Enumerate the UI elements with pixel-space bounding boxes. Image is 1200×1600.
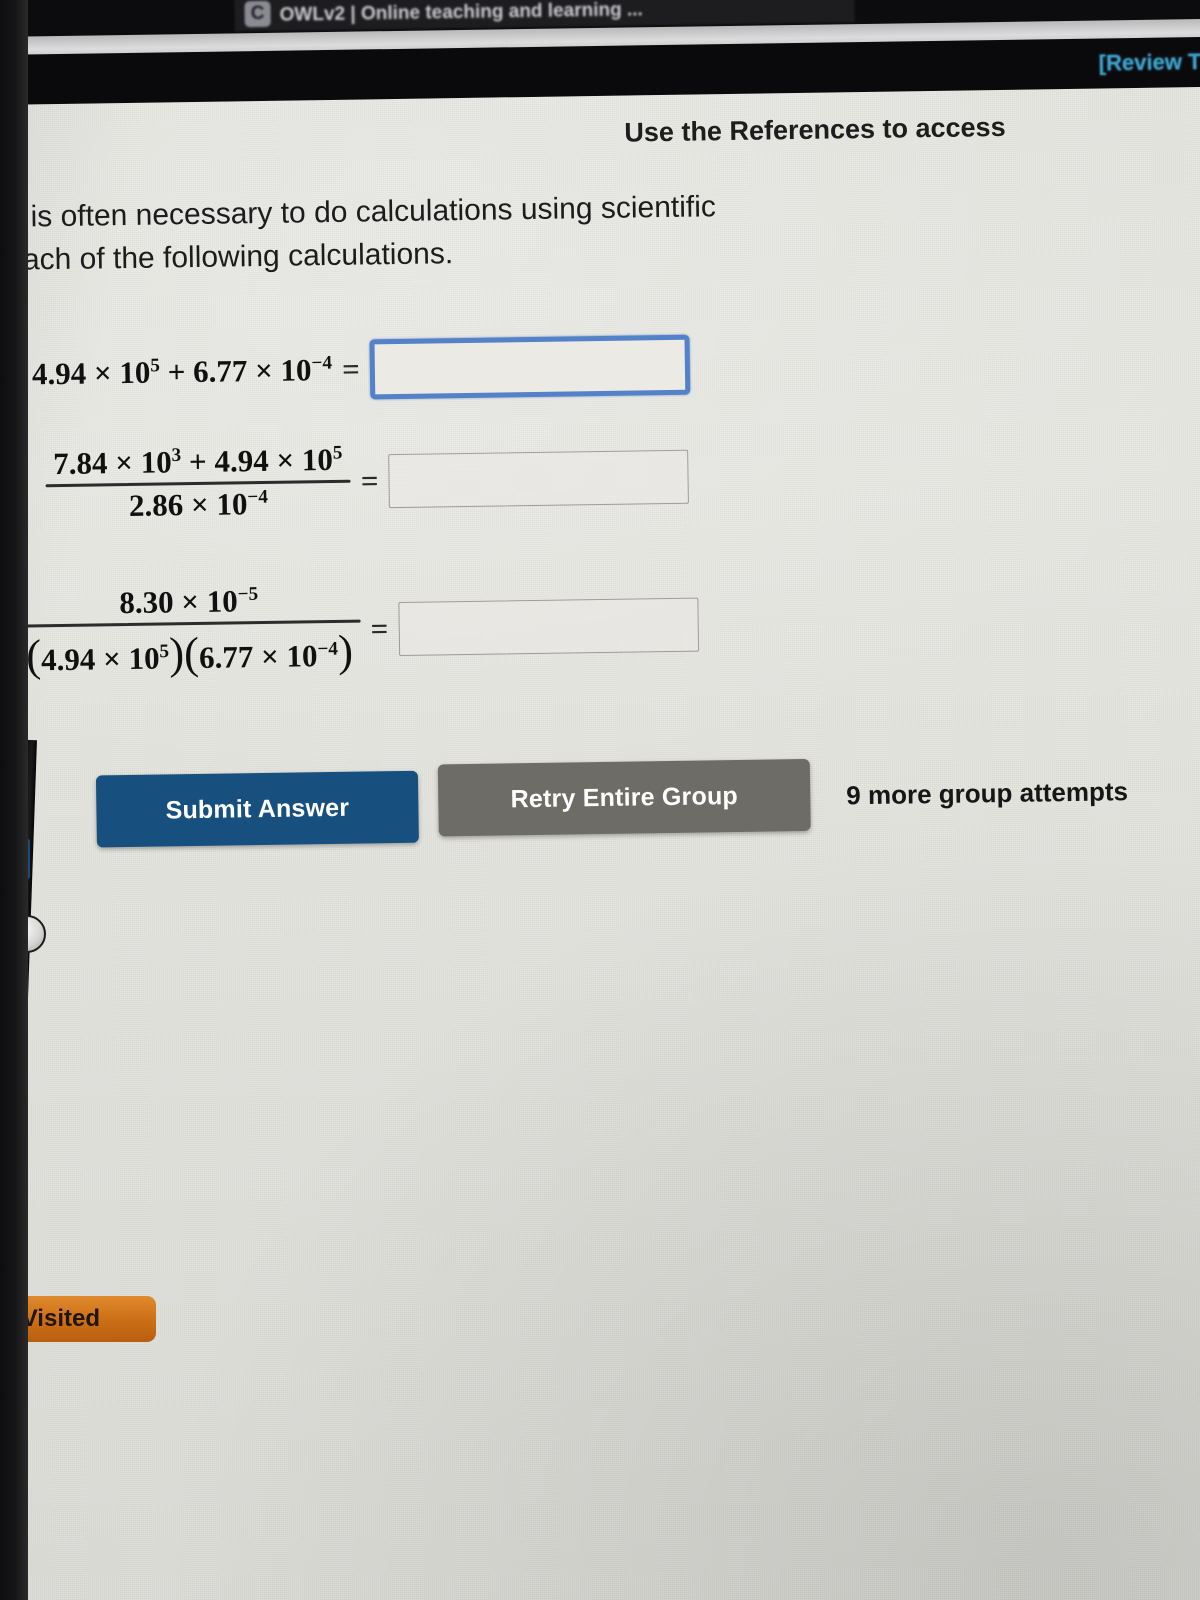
q2-num-term1-base: 10 — [140, 444, 172, 480]
q2-den-coefficient: 2.86 — [128, 487, 184, 523]
q1-term1-coefficient: 4.94 — [31, 355, 87, 392]
question-row-3: 8.30 × 10−5 (4.94 × 105)(6.77 × 10−4) = — [17, 575, 699, 684]
q3-numerator: 8.30 × 10−5 — [111, 581, 267, 623]
q2-num-term2-exponent: 5 — [332, 442, 343, 464]
q2-num-term2-times-icon: × — [276, 442, 295, 478]
q3-den-f2-exponent: −4 — [317, 638, 339, 660]
q2-equals-sign: = — [360, 462, 379, 499]
review-topics-link[interactable]: [Review T — [1099, 49, 1200, 77]
q2-num-term2-base: 10 — [301, 441, 334, 478]
q3-den-f2-times-icon: × — [260, 638, 280, 675]
retry-entire-group-button[interactable]: Retry Entire Group — [437, 758, 811, 837]
q2-num-term1-times-icon: × — [114, 444, 134, 481]
q1-term1-times-icon: × — [93, 355, 112, 391]
q2-denominator: 2.86 × 10−4 — [121, 484, 277, 526]
q2-num-term1-exponent: 3 — [171, 444, 182, 467]
expression-q3: 8.30 × 10−5 (4.94 × 105)(6.77 × 10−4) — [17, 580, 361, 684]
expression-q2: 7.84 × 103 + 4.94 × 105 2.86 × 10−4 — [45, 440, 351, 528]
q2-num-term1-coefficient: 7.84 — [53, 445, 108, 482]
q1-operator: + — [167, 354, 186, 390]
tab-title: OWLv2 | Online teaching and learning ... — [279, 0, 643, 26]
tab-favicon-icon: C — [244, 0, 271, 28]
q3-den-f2-base: 10 — [286, 638, 318, 674]
q3-equals-sign: = — [370, 610, 389, 646]
q1-term2-base: 10 — [280, 352, 312, 388]
q2-num-term2-coefficient: 4.94 — [214, 442, 269, 479]
q3-den-f1-exponent: 5 — [159, 641, 170, 663]
q3-den-f1-coefficient: 4.94 — [40, 641, 96, 678]
q3-den-f1-open-paren: ( — [25, 630, 42, 681]
question-row-1: 4.94 × 105 + 6.77 × 10−4 = — [31, 334, 691, 405]
group-attempts-text: 9 more group attempts — [846, 776, 1129, 811]
question-page: Use the References to access It is often… — [0, 86, 1200, 1600]
references-instruction: Use the References to access — [624, 111, 1006, 148]
q3-denominator: (4.94 × 105)(6.77 × 10−4) — [18, 623, 362, 684]
q3-num-exponent: −5 — [237, 583, 259, 606]
expression-q1: 4.94 × 105 + 6.77 × 10−4 — [32, 352, 333, 392]
question-prompt: It is often necessary to do calculations… — [5, 179, 1200, 282]
submit-answer-button[interactable]: Submit Answer — [95, 770, 419, 848]
q1-term2-exponent: −4 — [311, 352, 333, 374]
q3-den-f1-times-icon: × — [102, 641, 122, 677]
q3-num-coefficient: 8.30 — [119, 584, 174, 621]
q2-den-exponent: −4 — [247, 486, 269, 508]
q3-den-f2-coefficient: 6.77 — [198, 639, 254, 675]
answer-input-q1[interactable] — [369, 334, 691, 400]
q2-den-base: 10 — [216, 486, 248, 522]
q1-term2-times-icon: × — [254, 352, 274, 389]
screen-surface: e TV C OWLv2 | Online teaching and learn… — [0, 0, 1200, 1600]
q1-term1-exponent: 5 — [150, 355, 161, 377]
q2-num-operator: + — [188, 443, 207, 480]
photo-of-screen: e TV C OWLv2 | Online teaching and learn… — [0, 0, 1200, 1600]
answer-input-q3[interactable] — [397, 597, 699, 656]
q3-num-base: 10 — [206, 583, 238, 619]
q3-den-f1-close-paren: ) — [168, 628, 185, 679]
q3-den-f2-open-paren: ( — [183, 627, 200, 679]
prompt-line-1: It is often necessary to do calculations… — [5, 190, 717, 234]
q2-numerator: 7.84 × 103 + 4.94 × 105 — [45, 440, 351, 485]
q3-den-f1-base: 10 — [128, 640, 160, 677]
q3-den-f2-close-paren: ) — [337, 625, 354, 676]
q3-num-times-icon: × — [181, 583, 200, 620]
q1-equals-sign: = — [341, 351, 360, 387]
answer-input-q2[interactable] — [388, 449, 689, 508]
q2-den-times-icon: × — [190, 486, 209, 523]
monitor-bezel-left — [0, 0, 28, 1600]
q1-term2-coefficient: 6.77 — [192, 353, 248, 390]
q1-term1-base: 10 — [119, 354, 151, 391]
question-row-2: 7.84 × 103 + 4.94 × 105 2.86 × 10−4 = — [45, 435, 689, 528]
